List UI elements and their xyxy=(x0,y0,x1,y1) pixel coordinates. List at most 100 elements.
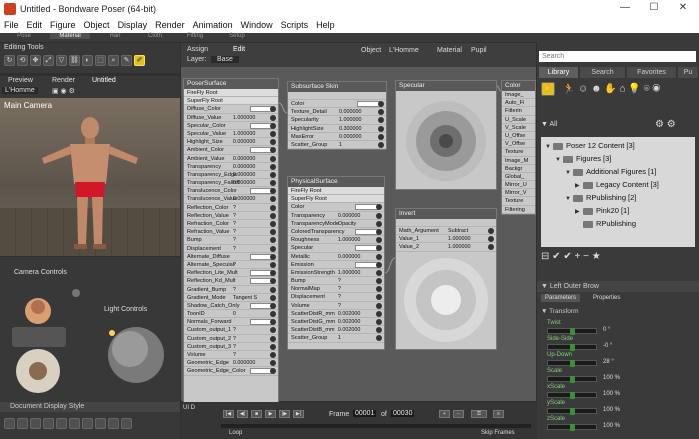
dial-knob[interactable] xyxy=(570,392,575,399)
library-tree-item[interactable]: ▼ Poser 12 Content [3] xyxy=(541,139,695,152)
menu-animation[interactable]: Animation xyxy=(189,18,237,32)
tab-properties[interactable]: Properties xyxy=(589,294,624,302)
tab-library[interactable]: Library xyxy=(539,67,579,78)
document-viewport[interactable]: Main Camera xyxy=(0,98,180,256)
tab-preview[interactable]: Preview xyxy=(8,77,33,84)
tab-setup[interactable]: Setup xyxy=(217,33,257,39)
tab-pose[interactable]: Pose xyxy=(4,33,44,39)
menu-object[interactable]: Object xyxy=(80,18,114,32)
step-back-icon[interactable]: ◀| xyxy=(237,410,248,418)
parameter-value[interactable]: 100 % xyxy=(603,407,620,413)
tab-pu[interactable]: Pu xyxy=(678,67,699,78)
tab-untitled[interactable]: Untitled xyxy=(92,77,116,84)
parameter-dial[interactable] xyxy=(547,360,597,367)
hidden-line-style-icon[interactable] xyxy=(43,418,54,429)
tab-render[interactable]: Render xyxy=(52,77,75,84)
light-controls-sphere[interactable] xyxy=(100,315,172,395)
dial-knob[interactable] xyxy=(570,360,575,367)
tab-material[interactable]: Material xyxy=(50,33,90,39)
parameter-value[interactable]: -0 ° xyxy=(603,343,612,349)
maximize-button[interactable]: ☐ xyxy=(640,2,668,16)
transform-group[interactable]: ▼ Transform xyxy=(541,308,579,315)
figures-category-icon[interactable]: ✋ xyxy=(541,82,555,96)
library-tree-item[interactable]: RPublishing xyxy=(541,217,695,230)
library-search-input[interactable]: Search xyxy=(539,51,696,62)
parameter-dial[interactable] xyxy=(547,376,597,383)
total-frames-field[interactable]: 00030 xyxy=(391,410,415,417)
library-tree-item[interactable]: ▶ Legacy Content [3] xyxy=(541,178,695,191)
dial-knob[interactable] xyxy=(570,408,575,415)
library-filter[interactable]: ▼ All xyxy=(541,121,557,128)
shader-canvas[interactable]: Assign Edit Layer: Base Object L'Homme M… xyxy=(181,43,536,408)
flat-shaded-style-icon[interactable] xyxy=(69,418,80,429)
materials-category-icon[interactable]: ◉ xyxy=(652,84,660,95)
loop-label[interactable]: Loop xyxy=(229,430,242,436)
parameter-value[interactable]: 100 % xyxy=(603,391,620,397)
add-item-icon[interactable]: + xyxy=(575,251,581,262)
load-library-icon[interactable]: ⊟ xyxy=(541,251,549,262)
texture-shaded-style-icon[interactable] xyxy=(121,418,132,429)
figure-select[interactable]: L'Homme xyxy=(2,87,38,94)
hands-category-icon[interactable]: ✋ xyxy=(604,84,616,95)
library-tree-item[interactable]: ▶ Pink20 [1] xyxy=(541,204,695,217)
menu-window[interactable]: Window xyxy=(237,18,277,32)
stop-icon[interactable]: ■ xyxy=(251,410,262,418)
tab-fitting[interactable]: Fitting xyxy=(175,33,215,39)
view-magnifier-icon[interactable]: ⌕ xyxy=(108,55,119,66)
smooth-shaded-style-icon[interactable] xyxy=(108,418,119,429)
hair-category-icon[interactable]: ☻ xyxy=(591,84,602,95)
library-tree-item[interactable]: ▼ Additional Figures [1] xyxy=(541,165,695,178)
menu-scripts[interactable]: Scripts xyxy=(277,18,313,32)
cameras-category-icon[interactable]: ⌾ xyxy=(644,84,650,95)
scale-tool-icon[interactable]: ⤢ xyxy=(43,55,54,66)
skip-frames-label[interactable]: Skip Frames xyxy=(481,430,515,436)
parameter-value[interactable]: 100 % xyxy=(603,423,620,429)
play-icon[interactable]: ▶ xyxy=(265,410,276,418)
rotate-tool-icon[interactable]: ↻ xyxy=(4,55,15,66)
lights-category-icon[interactable]: 💡 xyxy=(628,84,640,95)
apply-all-icon[interactable]: ✔ xyxy=(563,251,571,262)
menu-display[interactable]: Display xyxy=(114,18,152,32)
flat-lined-style-icon[interactable] xyxy=(82,418,93,429)
dial-knob[interactable] xyxy=(570,424,575,431)
parameter-value[interactable]: 28 ° xyxy=(603,359,614,365)
timeline-scrubber[interactable] xyxy=(221,424,531,428)
library-tree-item[interactable]: ▼ RPublishing [2] xyxy=(541,191,695,204)
step-forward-icon[interactable]: |▶ xyxy=(279,410,290,418)
color-tool-icon[interactable]: ◐ xyxy=(82,55,93,66)
minimize-button[interactable]: — xyxy=(611,2,639,16)
silhouette-style-icon[interactable] xyxy=(4,418,15,429)
menu-file[interactable]: File xyxy=(0,18,23,32)
parameter-dial[interactable] xyxy=(547,408,597,415)
edit-keyframes-icon[interactable]: ≡ xyxy=(493,410,504,418)
cartoon-style-icon[interactable] xyxy=(95,418,106,429)
tab-search[interactable]: Search xyxy=(580,67,626,78)
camera-trackball[interactable] xyxy=(8,279,88,401)
library-tree-item[interactable]: ▼ Figures [3] xyxy=(541,152,695,165)
tab-hair[interactable]: Hair xyxy=(95,33,135,39)
favorite-star-icon[interactable]: ★ xyxy=(592,251,601,262)
tab-parameters[interactable]: Parameters xyxy=(541,294,581,302)
parameter-dial[interactable] xyxy=(547,344,597,351)
frame-field[interactable]: 00001 xyxy=(353,410,377,417)
chain-tool-icon[interactable]: ⛓ xyxy=(69,55,80,66)
lit-wireframe-style-icon[interactable] xyxy=(56,418,67,429)
grouping-tool-icon[interactable]: ⬚ xyxy=(95,55,106,66)
expression-category-icon[interactable]: ☺ xyxy=(578,84,588,95)
parameter-value[interactable]: 0 ° xyxy=(603,327,610,333)
wireframe-style-icon[interactable] xyxy=(30,418,41,429)
translate-tool-icon[interactable]: ✥ xyxy=(30,55,41,66)
menu-figure[interactable]: Figure xyxy=(46,18,80,32)
apply-icon[interactable]: ✔ xyxy=(552,251,560,262)
menu-render[interactable]: Render xyxy=(151,18,189,32)
library-view-icons[interactable]: ⚙ ⚙ xyxy=(655,119,676,130)
dial-knob[interactable] xyxy=(570,344,575,351)
add-keyframe-icon[interactable]: + xyxy=(439,410,450,418)
remove-item-icon[interactable]: − xyxy=(583,251,589,262)
dial-knob[interactable] xyxy=(570,328,575,335)
dial-knob[interactable] xyxy=(570,376,575,383)
keyframe-key-icon[interactable]: ⚿ xyxy=(471,410,487,418)
go-end-icon[interactable]: ▶| xyxy=(293,410,304,418)
morphing-tool-icon[interactable]: ✎ xyxy=(121,55,132,66)
go-start-icon[interactable]: |◀ xyxy=(223,410,234,418)
